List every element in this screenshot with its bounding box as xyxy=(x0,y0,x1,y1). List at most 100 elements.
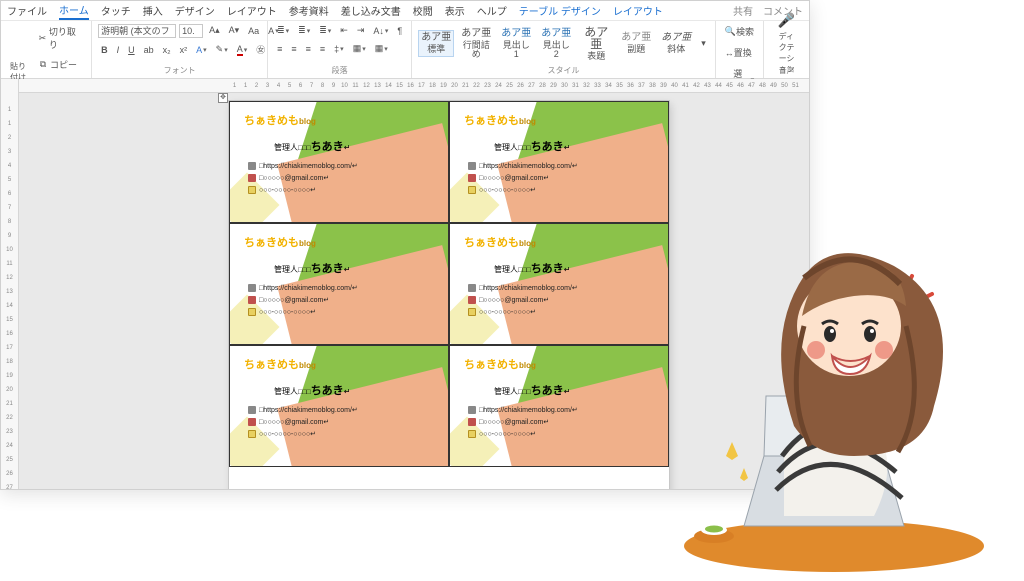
sort-button[interactable]: A↓ xyxy=(370,24,391,38)
bullets-icon: ≣ xyxy=(277,25,285,36)
tab-references[interactable]: 参考資料 xyxy=(289,3,329,18)
style-subtitle[interactable]: あア亜副題 xyxy=(618,30,654,57)
replace-button[interactable]: ↔置換 xyxy=(722,44,755,61)
chevron-down-icon: ▾ xyxy=(701,38,706,49)
globe-icon xyxy=(468,284,476,292)
group-editing: 🔍検索 ↔置換 ▭選択 編集 xyxy=(716,21,764,78)
change-case-button[interactable]: Aa xyxy=(245,24,262,38)
card-mail: □○○○○○@gmail.com↵ xyxy=(468,418,549,426)
multilevel-button[interactable]: ≣ xyxy=(316,23,334,38)
style-heading2[interactable]: あア亜見出し 2 xyxy=(538,26,574,62)
align-center-icon: ≡ xyxy=(291,44,296,54)
justify-button[interactable]: ≡ xyxy=(317,42,328,56)
group-label-voice: 音声 xyxy=(770,64,803,78)
align-center-button[interactable]: ≡ xyxy=(288,42,299,56)
font-family-select[interactable]: 游明朝 (本文のフ xyxy=(98,24,176,38)
text-effect-icon: A xyxy=(196,45,202,55)
group-clipboard: 貼り付け ✂切り取り ⧉コピー ✎書式のコピー/貼り付け クリップボード xyxy=(1,21,92,78)
align-left-button[interactable]: ≡ xyxy=(274,42,285,56)
table-move-handle[interactable]: ✥ xyxy=(218,93,228,103)
increase-indent-button[interactable]: ⇥ xyxy=(354,23,368,38)
enclose-char-button[interactable]: ㊛ xyxy=(253,41,268,58)
cut-label: 切り取り xyxy=(49,25,82,51)
shading-button[interactable]: ▦ xyxy=(350,41,369,56)
justify-icon: ≡ xyxy=(320,44,325,54)
mail-icon xyxy=(248,296,256,304)
globe-icon xyxy=(248,162,256,170)
text-effect-button[interactable]: A xyxy=(193,43,210,57)
cut-button[interactable]: ✂切り取り xyxy=(33,23,85,53)
page[interactable]: ちぁきめもblog管理人□□□ちあき↵□https://chiakimemobl… xyxy=(229,101,669,489)
business-card[interactable]: ちぁきめもblog管理人□□□ちあき↵□https://chiakimemobl… xyxy=(229,223,449,345)
numbering-icon: ≣ xyxy=(298,25,306,36)
style-normal[interactable]: あア亜標準 xyxy=(418,30,454,57)
tab-view[interactable]: 表示 xyxy=(445,3,465,18)
card-tel: ○○○-○○○○-○○○○↵ xyxy=(468,430,536,438)
font-color-button[interactable]: A xyxy=(234,42,251,58)
tab-review[interactable]: 校閲 xyxy=(413,3,433,18)
mail-icon xyxy=(468,174,476,182)
align-right-button[interactable]: ≡ xyxy=(303,42,314,56)
grow-font-button[interactable]: A▴ xyxy=(206,23,223,38)
numbering-button[interactable]: ≣ xyxy=(295,23,313,38)
replace-icon: ↔ xyxy=(725,48,734,58)
bullets-button[interactable]: ≣ xyxy=(274,23,292,38)
tab-table-design[interactable]: テーブル デザイン xyxy=(519,3,601,18)
indent-icon: ⇥ xyxy=(357,25,365,36)
highlight-icon: ✎ xyxy=(216,44,224,55)
card-url: □https://chiakimemoblog.com/↵ xyxy=(248,162,358,170)
scissors-icon: ✂ xyxy=(36,31,49,45)
business-card[interactable]: ちぁきめもblog管理人□□□ちあき↵□https://chiakimemobl… xyxy=(229,345,449,467)
business-card[interactable]: ちぁきめもblog管理人□□□ちあき↵□https://chiakimemobl… xyxy=(449,101,669,223)
tab-help[interactable]: ヘルプ xyxy=(477,3,507,18)
shrink-font-icon: A▾ xyxy=(229,25,240,36)
card-url: □https://chiakimemoblog.com/↵ xyxy=(248,284,358,292)
copy-button[interactable]: ⧉コピー xyxy=(33,55,85,73)
decrease-indent-button[interactable]: ⇤ xyxy=(337,23,351,38)
tab-home[interactable]: ホーム xyxy=(59,2,89,20)
superscript-button[interactable]: x² xyxy=(177,43,191,57)
tab-mailings[interactable]: 差し込み文書 xyxy=(341,3,401,18)
line-spacing-button[interactable]: ‡ xyxy=(331,42,347,56)
highlight-button[interactable]: ✎ xyxy=(213,42,231,57)
style-heading1[interactable]: あア亜見出し 1 xyxy=(498,26,534,62)
underline-button[interactable]: U xyxy=(125,43,138,57)
style-nospacing[interactable]: あア亜行間詰め xyxy=(458,26,494,62)
card-mail: □○○○○○@gmail.com↵ xyxy=(468,296,549,304)
tab-table-layout[interactable]: レイアウト xyxy=(613,3,663,18)
vertical-ruler[interactable]: 1123456789101112131415161718192021222324… xyxy=(1,79,19,489)
font-size-select[interactable]: 10. xyxy=(179,24,203,38)
bold-icon: B xyxy=(101,45,108,55)
tab-file[interactable]: ファイル xyxy=(7,3,47,18)
sort-icon: A↓ xyxy=(373,26,384,36)
share-button[interactable]: 共有 xyxy=(733,7,753,18)
styles-more-button[interactable]: ▾ xyxy=(698,36,709,51)
line-spacing-icon: ‡ xyxy=(334,44,339,54)
tab-layout[interactable]: レイアウト xyxy=(227,3,277,18)
tab-touch[interactable]: タッチ xyxy=(101,3,131,18)
business-card[interactable]: ちぁきめもblog管理人□□□ちあき↵□https://chiakimemobl… xyxy=(229,101,449,223)
show-marks-button[interactable]: ¶ xyxy=(394,24,405,38)
shrink-font-button[interactable]: A▾ xyxy=(226,23,243,38)
tab-design[interactable]: デザイン xyxy=(175,3,215,18)
borders-button[interactable]: ▦ xyxy=(372,41,391,56)
dictation-button[interactable]: 🎤 ディクテーション xyxy=(776,30,798,58)
outdent-icon: ⇤ xyxy=(340,25,348,36)
style-emphasis[interactable]: あア亜斜体 xyxy=(658,30,694,57)
card-logo: ちぁきめもblog xyxy=(244,234,316,250)
group-styles: あア亜標準 あア亜行間詰め あア亜見出し 1 あア亜見出し 2 あア亜表題 あア… xyxy=(412,21,716,78)
replace-label: 置換 xyxy=(734,46,752,59)
strike-button[interactable]: ab xyxy=(141,43,157,57)
find-button[interactable]: 🔍検索 xyxy=(722,23,757,40)
tab-insert[interactable]: 挿入 xyxy=(143,3,163,18)
horizontal-ruler[interactable]: 1123456789101112131415161718192021222324… xyxy=(19,79,809,93)
business-card[interactable]: ちぁきめもblog管理人□□□ちあき↵□https://chiakimemobl… xyxy=(449,345,669,467)
style-title[interactable]: あア亜表題 xyxy=(578,23,614,64)
phone-icon xyxy=(468,430,476,438)
business-card[interactable]: ちぁきめもblog管理人□□□ちあき↵□https://chiakimemobl… xyxy=(449,223,669,345)
subscript-button[interactable]: x₂ xyxy=(160,43,174,57)
card-mail: □○○○○○@gmail.com↵ xyxy=(248,296,329,304)
align-left-icon: ≡ xyxy=(277,44,282,54)
italic-button[interactable]: I xyxy=(114,43,123,57)
bold-button[interactable]: B xyxy=(98,43,111,57)
